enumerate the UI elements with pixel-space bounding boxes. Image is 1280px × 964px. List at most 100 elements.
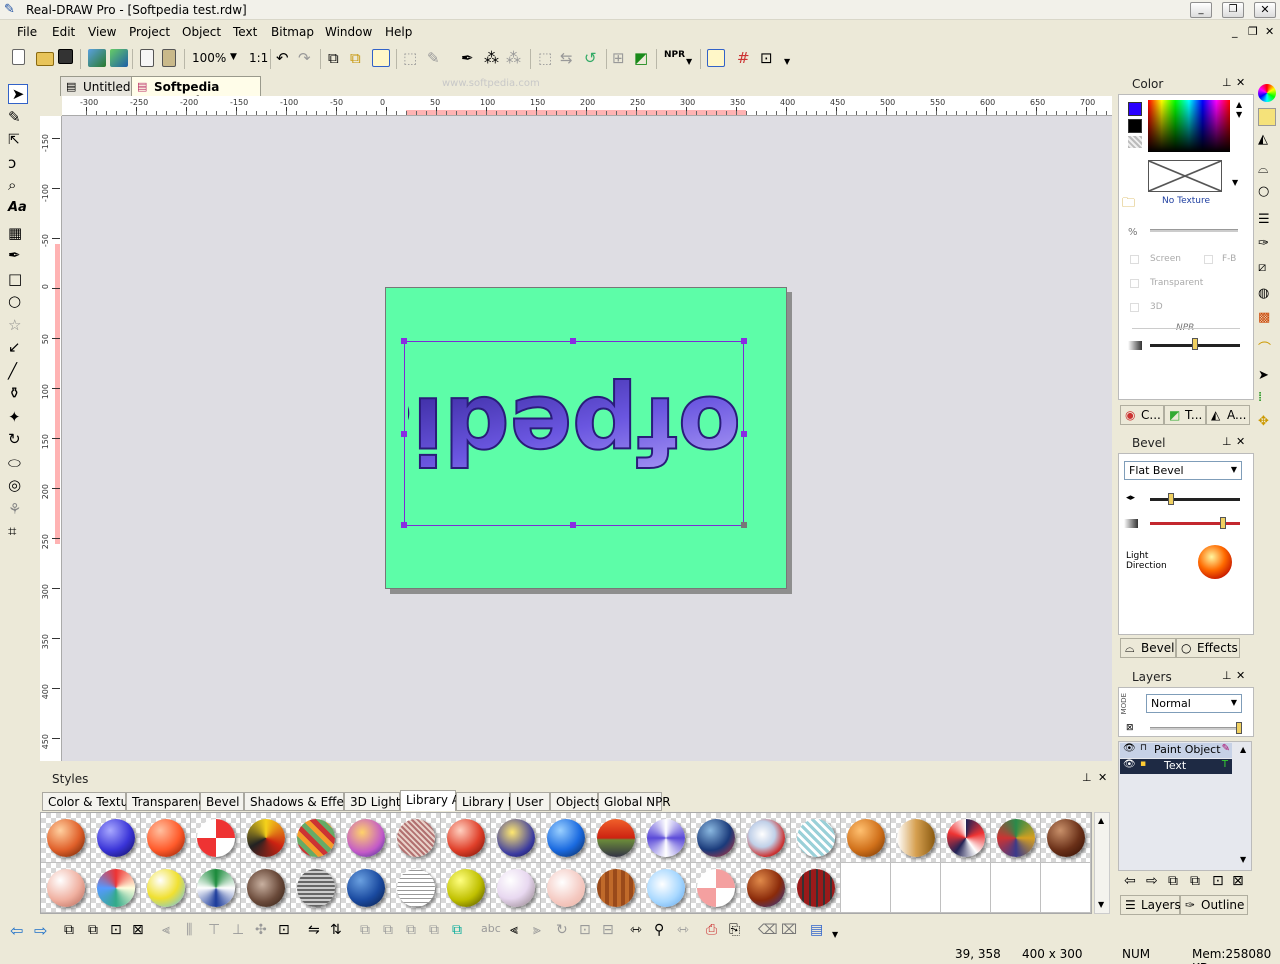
layers-strip-icon[interactable]: ☰ bbox=[1258, 212, 1276, 230]
tab-softpedia-test[interactable]: ▤ Softpedia test.rdw bbox=[131, 76, 261, 108]
align-left-icon[interactable]: ⫷ bbox=[162, 922, 170, 938]
bevel-strip-icon[interactable]: ⌓ bbox=[1258, 162, 1276, 180]
menu-bitmap[interactable]: Bitmap bbox=[271, 25, 314, 39]
order-front-icon[interactable]: ⧉ bbox=[360, 922, 370, 938]
layer-opacity-slider[interactable] bbox=[1150, 727, 1238, 730]
color-bars-icon[interactable]: ▤ bbox=[810, 922, 823, 938]
swatch-scrollbar[interactable] bbox=[1094, 812, 1110, 914]
adjust-strip-icon[interactable]: ◭ bbox=[1258, 132, 1276, 150]
dots-strip-icon[interactable]: ⁞ bbox=[1258, 390, 1276, 408]
transform-icon[interactable]: ⬚ bbox=[538, 49, 552, 67]
swatch-scroll-down-icon[interactable]: ▼ bbox=[1098, 900, 1104, 909]
node-edit-icon[interactable]: ⇱ bbox=[8, 132, 28, 152]
layer-row-paint-object[interactable]: 👁 ⊓ Paint Object ✎ bbox=[1120, 743, 1232, 758]
brush-tool-icon[interactable]: ✎ bbox=[8, 108, 28, 128]
order-forward-icon[interactable]: ⧉ bbox=[383, 922, 393, 938]
layer-row-text[interactable]: 👁 ▪ Text T bbox=[1120, 759, 1232, 774]
texture-preview[interactable] bbox=[1148, 160, 1222, 192]
style-swatch[interactable] bbox=[391, 813, 441, 863]
align-bottom-icon[interactable]: ⊥ bbox=[232, 922, 244, 938]
selection-box[interactable] bbox=[401, 338, 747, 528]
style-swatch[interactable] bbox=[591, 863, 641, 913]
spectrum-scroll-down-icon[interactable]: ▼ bbox=[1236, 110, 1242, 119]
style-swatch[interactable] bbox=[341, 863, 391, 913]
arrange-icon-2[interactable]: ⧉ bbox=[88, 922, 98, 938]
menu-text[interactable]: Text bbox=[233, 25, 257, 39]
style-swatch[interactable] bbox=[491, 863, 541, 913]
style-swatch[interactable] bbox=[441, 863, 491, 913]
bevel-type-select[interactable]: Flat Bevel ▼ bbox=[1124, 461, 1242, 480]
align-middle-icon[interactable]: ✣ bbox=[255, 922, 267, 938]
copy-icon[interactable] bbox=[140, 49, 154, 67]
close-panel-icon[interactable]: ✕ bbox=[1236, 669, 1245, 682]
style-swatch[interactable] bbox=[791, 813, 841, 863]
style-swatch[interactable] bbox=[1041, 813, 1091, 863]
texture-folder-icon[interactable]: 🗀 bbox=[1122, 194, 1135, 216]
spell-icon[interactable]: abc bbox=[481, 922, 501, 935]
link-icon[interactable]: ⇆ bbox=[560, 49, 573, 67]
sparkle-tool-icon[interactable]: ✦ bbox=[8, 408, 28, 428]
style-tab-bevel[interactable]: Bevel bbox=[200, 792, 244, 811]
flip-horizontal-icon[interactable]: ⇋ bbox=[308, 922, 320, 938]
paste-icon[interactable] bbox=[162, 49, 176, 67]
close-panel-icon[interactable]: ✕ bbox=[1098, 771, 1107, 784]
spectrum-scroll-up-icon[interactable]: ▲ bbox=[1236, 100, 1242, 109]
navigator-strip-icon[interactable]: ✥ bbox=[1258, 414, 1276, 432]
bevel-depth-thumb[interactable] bbox=[1220, 517, 1226, 529]
brush-icon[interactable]: ✎ bbox=[427, 49, 440, 67]
lock-icon[interactable]: ⊓ bbox=[1140, 743, 1147, 753]
swatch-scroll-up-icon[interactable]: ▲ bbox=[1098, 816, 1104, 825]
bevel-width-thumb[interactable] bbox=[1168, 493, 1174, 505]
blend-mode-select[interactable]: Normal ▼ bbox=[1146, 694, 1242, 713]
move-right-icon[interactable]: ⇨ bbox=[1146, 873, 1158, 889]
merge-layer-icon[interactable]: ⊡ bbox=[1212, 873, 1224, 889]
rectangle-tool-icon[interactable]: □ bbox=[8, 270, 28, 290]
forward-arrow-icon[interactable]: ⇨ bbox=[34, 921, 47, 940]
zoom-dropdown-icon[interactable]: ▼ bbox=[230, 52, 237, 62]
style-swatch[interactable] bbox=[841, 813, 891, 863]
handle-top-middle[interactable] bbox=[570, 338, 576, 344]
lights-strip-icon[interactable]: ◍ bbox=[1258, 286, 1276, 304]
pattern-swatch[interactable] bbox=[1128, 136, 1142, 148]
lock-icon[interactable]: ▪ bbox=[1140, 759, 1146, 769]
style-tab-shadows-effects[interactable]: Shadows & Effects bbox=[244, 792, 361, 811]
layers-scroll-up-icon[interactable]: ▲ bbox=[1240, 745, 1246, 754]
layers-scroll-down-icon[interactable]: ▼ bbox=[1240, 855, 1246, 864]
path-edit-icon[interactable]: ⚲ bbox=[654, 922, 664, 938]
eye-icon[interactable]: 👁 bbox=[1123, 743, 1136, 754]
style-swatch[interactable] bbox=[141, 813, 191, 863]
arrange-icon-4[interactable]: ⊠ bbox=[132, 922, 144, 938]
shadow-strip-icon[interactable]: ⧄ bbox=[1258, 260, 1276, 278]
link-objects-icon[interactable]: ⇿ bbox=[630, 922, 642, 938]
style-swatch[interactable] bbox=[641, 863, 691, 913]
style-tab-color-texture[interactable]: Color & Texture bbox=[42, 792, 140, 811]
style-swatch[interactable] bbox=[741, 863, 791, 913]
path-option-icon[interactable]: ⇿ bbox=[677, 922, 689, 938]
new-file-icon[interactable] bbox=[12, 49, 25, 65]
ellipse-tool-icon[interactable]: ○ bbox=[8, 292, 28, 312]
style-swatch[interactable] bbox=[91, 813, 141, 863]
menu-project[interactable]: Project bbox=[129, 25, 170, 39]
tab-effects[interactable]: ○ Effects bbox=[1176, 638, 1240, 658]
cursor-strip-icon[interactable]: ➤ bbox=[1258, 368, 1276, 386]
handle-top-right[interactable] bbox=[741, 338, 747, 344]
style-swatch[interactable] bbox=[941, 863, 991, 913]
style-swatch[interactable] bbox=[741, 813, 791, 863]
curve-tool-icon[interactable]: ↙ bbox=[8, 338, 28, 358]
rotate-tool-icon[interactable]: ↻ bbox=[8, 430, 28, 450]
style-tab-3d-lights[interactable]: 3D Lights bbox=[344, 792, 407, 811]
menu-help[interactable]: Help bbox=[385, 25, 412, 39]
style-tab-transparency[interactable]: Transparency bbox=[126, 792, 212, 811]
style-swatch[interactable] bbox=[91, 863, 141, 913]
save-icon[interactable] bbox=[58, 49, 73, 64]
path-icon[interactable]: ↺ bbox=[584, 49, 597, 67]
style-swatch[interactable] bbox=[291, 813, 341, 863]
clone-tool-icon[interactable]: ⚘ bbox=[8, 500, 28, 520]
menu-file[interactable]: File bbox=[17, 25, 37, 39]
pen-icon[interactable]: ✒ bbox=[461, 49, 474, 67]
style-swatch[interactable] bbox=[291, 863, 341, 913]
toolbar-overflow-icon-2[interactable]: ▼ bbox=[784, 57, 790, 66]
line-tool-icon[interactable]: ╱ bbox=[8, 362, 28, 382]
color-spectrum[interactable] bbox=[1148, 100, 1230, 152]
image-tool-icon[interactable]: ▦ bbox=[8, 224, 28, 244]
